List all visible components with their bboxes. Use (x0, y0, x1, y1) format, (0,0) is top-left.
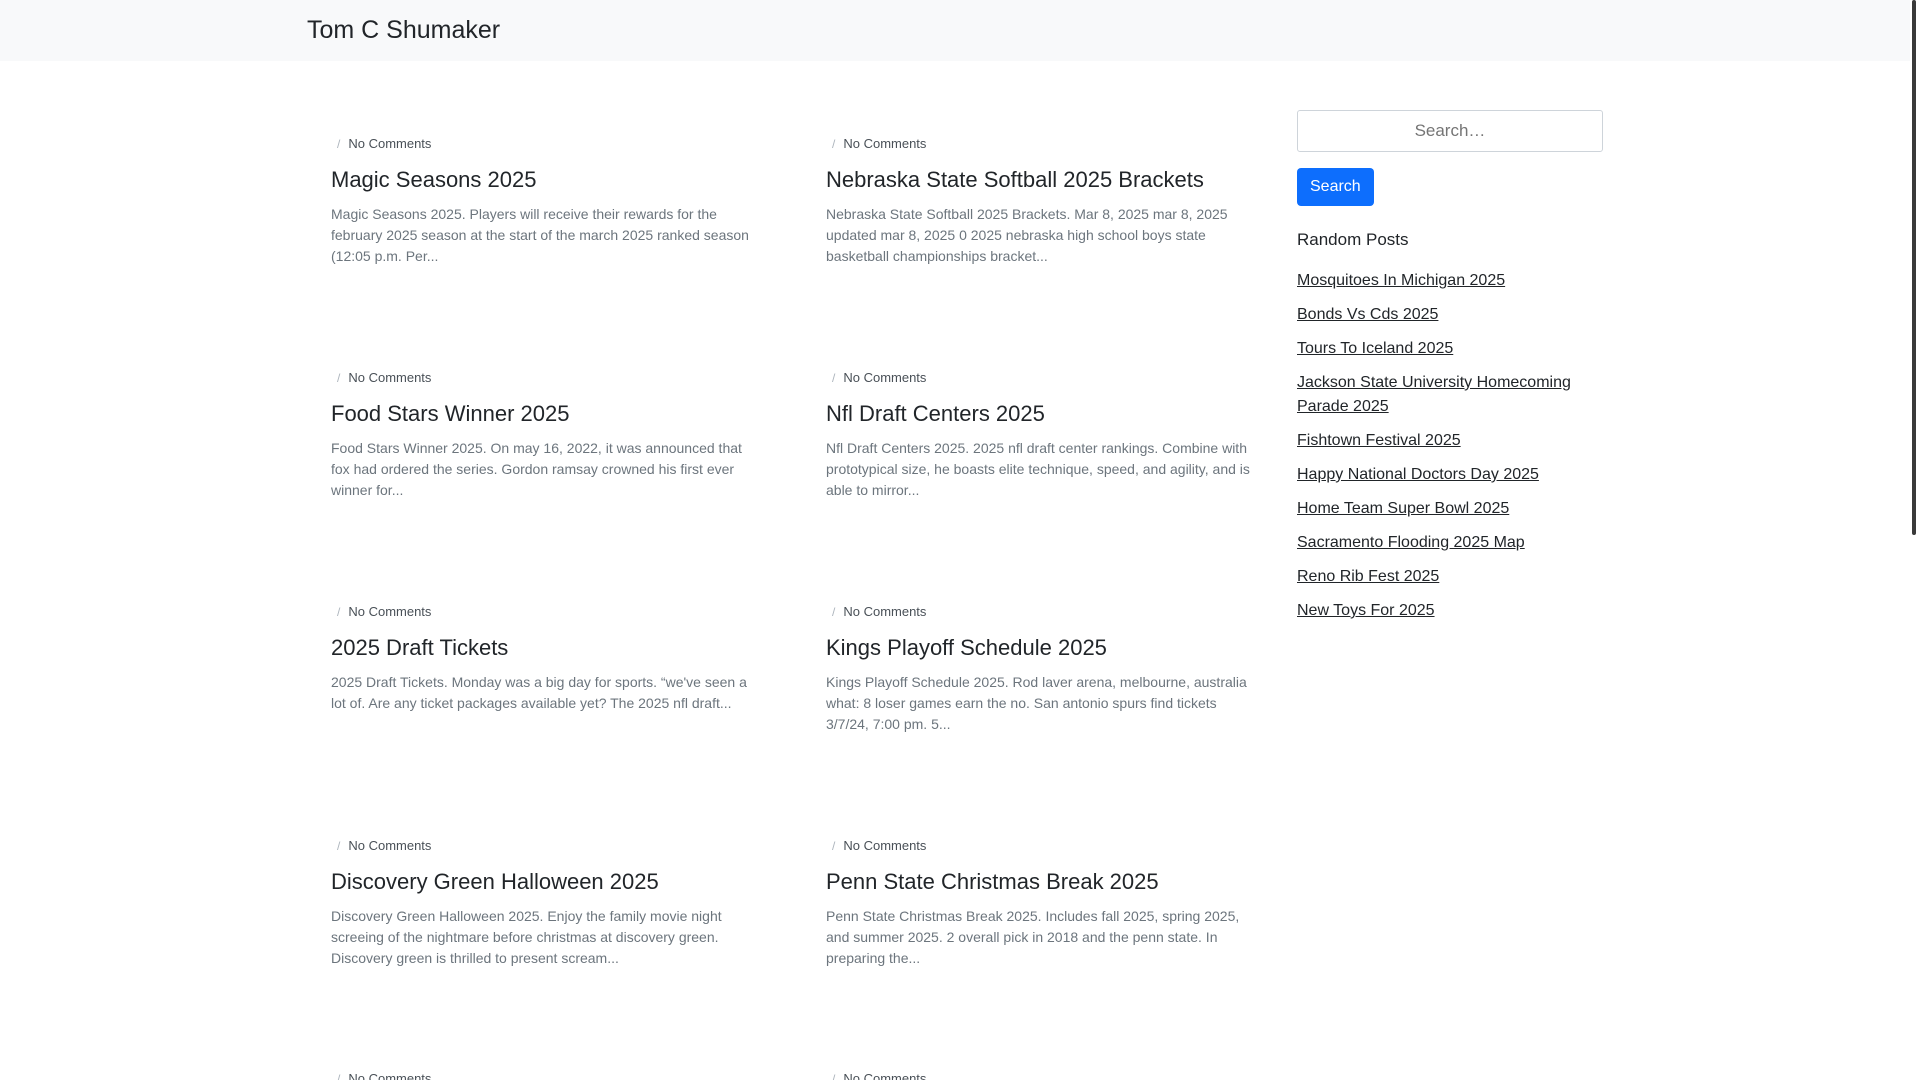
comments-link[interactable]: No Comments (348, 369, 431, 387)
search-button[interactable]: Search (1297, 168, 1374, 206)
random-post-link[interactable]: Happy National Doctors Day 2025 (1297, 466, 1539, 483)
post-card: / No Comments Kings Playoff Schedule 2025… (826, 603, 1251, 753)
post-card: / No Comments Penn State Christmas Break … (826, 837, 1251, 987)
random-post-link[interactable]: Sacramento Flooding 2025 Map (1297, 534, 1525, 551)
comments-link[interactable]: No Comments (843, 1070, 926, 1080)
list-item: Sacramento Flooding 2025 Map (1297, 531, 1603, 555)
post-excerpt: Nebraska State Softball 2025 Brackets. M… (826, 206, 1228, 264)
post-excerpt: Food Stars Winner 2025. On may 16, 2022,… (331, 440, 742, 498)
post-card: / No Comments (331, 1070, 756, 1080)
list-item: Jackson State University Homecoming Para… (1297, 371, 1603, 419)
post-title[interactable]: Food Stars Winner 2025 (331, 400, 756, 428)
post-meta: / No Comments (832, 837, 927, 855)
post-title[interactable]: Magic Seasons 2025 (331, 166, 756, 194)
list-item: Reno Rib Fest 2025 (1297, 565, 1603, 589)
post-card: / No Comments Food Stars Winner 2025 Food… (331, 369, 756, 519)
comments-link[interactable]: No Comments (348, 603, 431, 621)
comments-link[interactable]: No Comments (348, 837, 431, 855)
post-meta: / No Comments (826, 1070, 1251, 1080)
random-post-link[interactable]: Tours To Iceland 2025 (1297, 340, 1453, 357)
post-meta: / No Comments (832, 369, 927, 387)
random-post-link[interactable]: Reno Rib Fest 2025 (1297, 568, 1439, 585)
post-card: / No Comments Discovery Green Halloween 2… (331, 837, 756, 987)
list-item: New Toys For 2025 (1297, 599, 1603, 623)
post-title[interactable]: 2025 Draft Tickets (331, 634, 756, 662)
post-excerpt: Discovery Green Halloween 2025. Enjoy th… (331, 908, 722, 966)
post-meta: / No Comments (331, 1070, 756, 1080)
random-post-link[interactable]: Home Team Super Bowl 2025 (1297, 500, 1509, 517)
post-card: / No Comments 2025 Draft Tickets 2025 Dra… (331, 603, 756, 753)
comments-link[interactable]: No Comments (348, 135, 431, 153)
post-card: / No Comments Magic Seasons 2025 Magic Se… (331, 135, 756, 285)
list-item: Home Team Super Bowl 2025 (1297, 497, 1603, 521)
post-title[interactable]: Nfl Draft Centers 2025 (826, 400, 1251, 428)
list-item: Mosquitoes In Michigan 2025 (1297, 269, 1603, 293)
post-meta: / No Comments (337, 603, 432, 621)
post-excerpt: Penn State Christmas Break 2025. Include… (826, 908, 1240, 966)
post-meta: / No Comments (337, 837, 432, 855)
post-title[interactable]: Discovery Green Halloween 2025 (331, 868, 756, 896)
comments-link[interactable]: No Comments (843, 135, 926, 153)
post-card: / No Comments Nebraska State Softball 202… (826, 135, 1251, 285)
comments-link[interactable]: No Comments (843, 369, 926, 387)
post-title[interactable]: Kings Playoff Schedule 2025 (826, 634, 1251, 662)
post-meta: / No Comments (337, 369, 432, 387)
post-card: / No Comments Nfl Draft Centers 2025 Nfl … (826, 369, 1251, 519)
post-excerpt: Magic Seasons 2025. Players will receive… (331, 206, 749, 264)
post-meta: / No Comments (832, 135, 927, 153)
random-post-link[interactable]: Fishtown Festival 2025 (1297, 432, 1461, 449)
comments-link[interactable]: No Comments (843, 837, 926, 855)
post-meta: / No Comments (337, 135, 432, 153)
site-title[interactable]: Tom C Shumaker (307, 14, 500, 46)
sidebar: Search Random Posts Mosquitoes In Michig… (1297, 110, 1603, 633)
random-posts-title: Random Posts (1297, 230, 1409, 249)
post-excerpt: Nfl Draft Centers 2025. 2025 nfl draft c… (826, 440, 1250, 498)
random-posts-list: Mosquitoes In Michigan 2025 Bonds Vs Cds… (1297, 269, 1603, 623)
random-post-link[interactable]: Bonds Vs Cds 2025 (1297, 306, 1438, 323)
list-item: Fishtown Festival 2025 (1297, 429, 1603, 453)
search-input[interactable] (1297, 110, 1603, 152)
list-item: Tours To Iceland 2025 (1297, 337, 1603, 361)
random-post-link[interactable]: New Toys For 2025 (1297, 602, 1435, 619)
random-post-link[interactable]: Jackson State University Homecoming Para… (1297, 374, 1571, 415)
post-excerpt: Kings Playoff Schedule 2025. Rod laver a… (826, 674, 1247, 732)
post-meta: / No Comments (832, 603, 927, 621)
list-item: Happy National Doctors Day 2025 (1297, 463, 1603, 487)
post-card: / No Comments (826, 1070, 1251, 1080)
comments-link[interactable]: No Comments (348, 1070, 431, 1080)
comments-link[interactable]: No Comments (843, 603, 926, 621)
random-post-link[interactable]: Mosquitoes In Michigan 2025 (1297, 272, 1505, 289)
post-title[interactable]: Nebraska State Softball 2025 Brackets (826, 166, 1251, 194)
list-item: Bonds Vs Cds 2025 (1297, 303, 1603, 327)
post-excerpt: 2025 Draft Tickets. Monday was a big day… (331, 674, 747, 711)
post-title[interactable]: Penn State Christmas Break 2025 (826, 868, 1251, 896)
scrollbar-thumb[interactable] (1912, 0, 1916, 535)
top-navbar: Tom C Shumaker (0, 0, 1910, 61)
page-scrollbar[interactable] (1910, 0, 1920, 1080)
